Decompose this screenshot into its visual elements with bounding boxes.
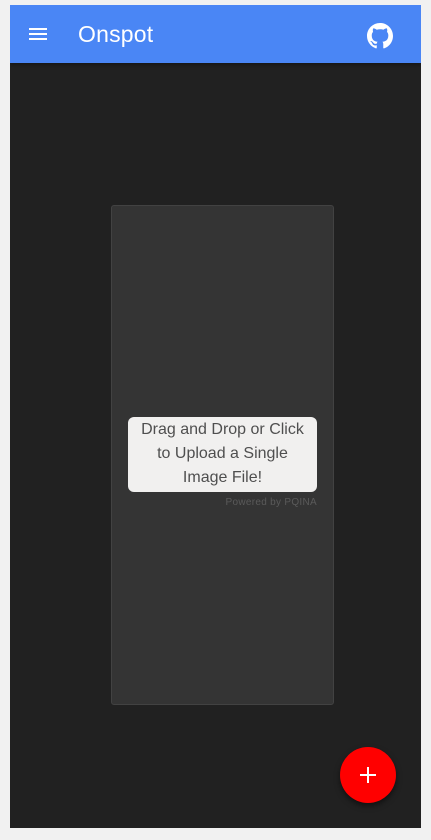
upload-prompt[interactable]: Drag and Drop or Click to Upload a Singl… [128,417,317,492]
app-window: Onspot Drag and Drop or Click to Upload … [10,5,421,828]
powered-by-credits[interactable]: Powered by PQINA [225,497,317,508]
github-icon[interactable] [367,23,393,49]
plus-icon [360,767,376,783]
image-upload-dropzone[interactable]: Drag and Drop or Click to Upload a Singl… [111,205,334,705]
hamburger-menu-icon[interactable] [26,22,50,46]
add-fab-button[interactable] [340,747,396,803]
top-app-bar: Onspot [10,5,421,63]
app-title: Onspot [78,21,154,47]
